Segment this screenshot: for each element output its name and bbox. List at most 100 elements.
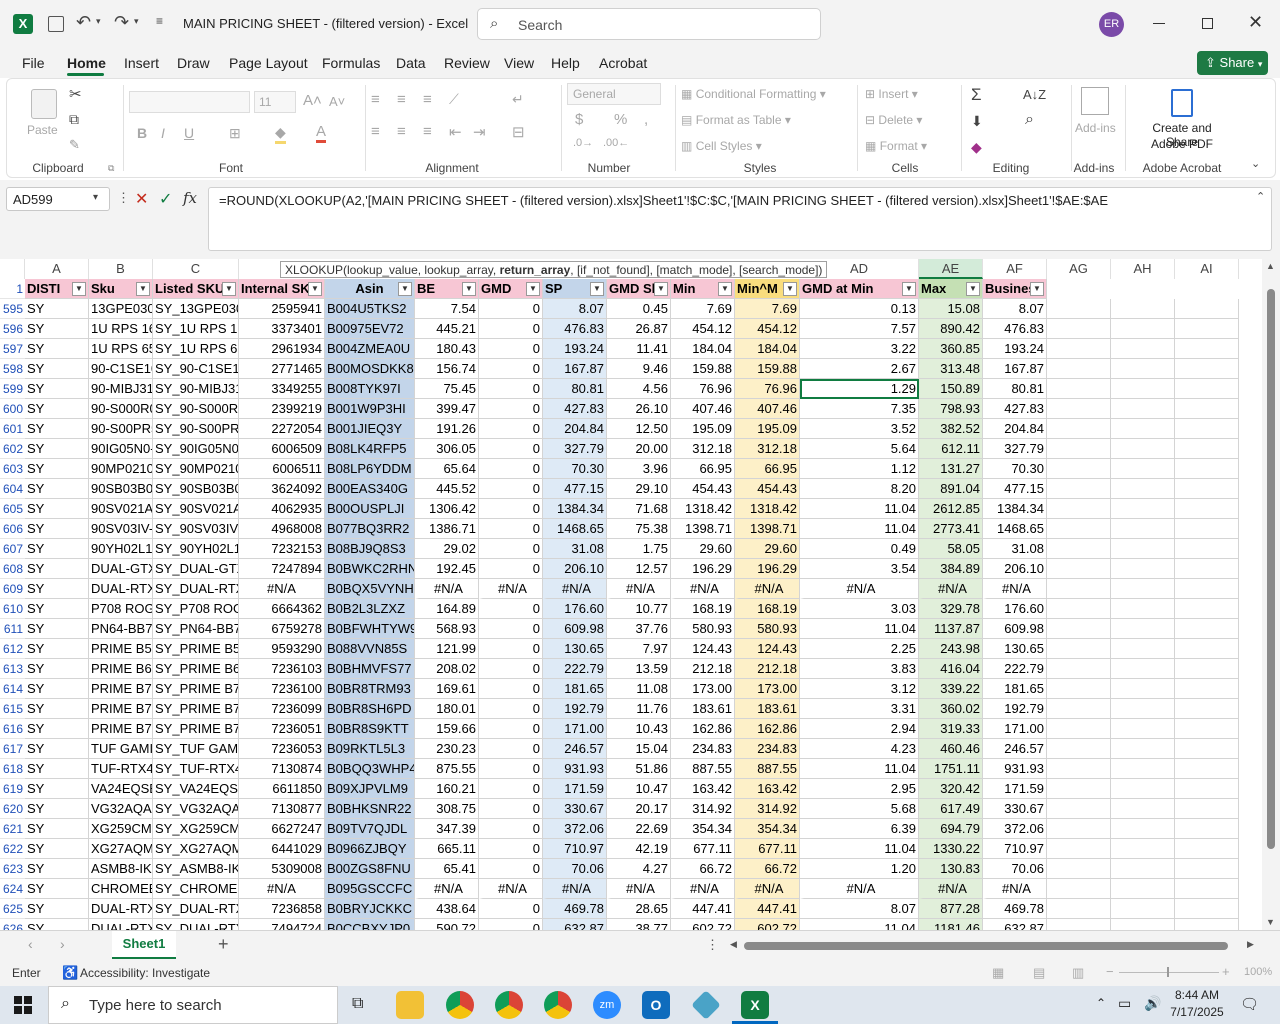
cell-sku[interactable]: XG259CM [89,819,153,839]
cell-empty[interactable] [1175,519,1239,539]
col-header-ag[interactable]: AG [1047,259,1111,279]
zoom-slider-thumb[interactable] [1167,967,1169,977]
menu-draw[interactable]: Draw [177,55,210,71]
cell-internal-sku[interactable]: 2272054 [239,419,325,439]
add-sheet-icon[interactable]: + [218,934,229,955]
cell-internal-sku[interactable]: 7130874 [239,759,325,779]
cell-internal-sku[interactable]: 7236858 [239,899,325,919]
cell-sp[interactable]: 80.81 [543,379,607,399]
row-number[interactable]: 617 [0,739,25,759]
cell-disti[interactable]: SY [25,339,89,359]
cell-internal-sku[interactable]: 6664362 [239,599,325,619]
cell-gmd-at-min[interactable]: 8.20 [800,479,919,499]
cell-gmd[interactable]: 0 [479,839,543,859]
cell-gmd-at-min[interactable]: 2.25 [800,639,919,659]
font-color-icon[interactable]: A [316,123,327,143]
cell-internal-sku[interactable]: 2771465 [239,359,325,379]
cell-gmd-at-min[interactable]: 7.57 [800,319,919,339]
cell-empty[interactable] [1175,639,1239,659]
cell-asin[interactable]: B08LP6YDDM [325,459,415,479]
cell-sp[interactable]: #N/A [543,579,607,599]
row-number[interactable]: 624 [0,879,25,899]
cell-empty[interactable] [1175,299,1239,319]
cell-sp[interactable]: 246.57 [543,739,607,759]
cell-gmd-sl[interactable]: 4.56 [607,379,671,399]
cell-business[interactable]: 8.07 [983,299,1047,319]
cell-gmd-at-min[interactable]: #N/A [800,579,919,599]
cell-max[interactable]: 617.49 [919,799,983,819]
cell-min[interactable]: 173.00 [671,679,735,699]
cell-max[interactable]: 15.08 [919,299,983,319]
cell-empty[interactable] [1175,399,1239,419]
cell-min[interactable]: 677.11 [671,839,735,859]
autosum-icon[interactable]: Σ [971,85,982,105]
cell-asin[interactable]: B0BWKC2RHN [325,559,415,579]
cell-empty[interactable] [1175,559,1239,579]
cell-empty[interactable] [1111,319,1175,339]
cell-sp[interactable]: 330.67 [543,799,607,819]
cell-internal-sku[interactable]: 7130877 [239,799,325,819]
cell-sku[interactable]: 13GPE030 [89,299,153,319]
cell-be[interactable]: 438.64 [415,899,479,919]
cell-listed-sku[interactable]: SY_90MP0210 [153,459,239,479]
cell-asin[interactable]: B00EAS340G [325,479,415,499]
filter-dropdown-icon[interactable]: ▼ [1030,282,1044,296]
app-diamond-icon[interactable] [691,990,721,1020]
cell-min-m[interactable]: 195.09 [735,419,800,439]
cell-disti[interactable]: SY [25,699,89,719]
wrap-text-icon[interactable]: ↵ [512,91,524,108]
cell-min-m[interactable]: 454.12 [735,319,800,339]
cell-gmd[interactable]: 0 [479,819,543,839]
cell-internal-sku[interactable]: 7236051 [239,719,325,739]
cell-be[interactable]: 230.23 [415,739,479,759]
row-number[interactable]: 610 [0,599,25,619]
increase-font-icon[interactable]: A˄ [303,92,322,109]
cell-min-m[interactable]: 314.92 [735,799,800,819]
row-number[interactable]: 613 [0,659,25,679]
cell-empty[interactable] [1047,539,1111,559]
cell-disti[interactable]: SY [25,739,89,759]
cell-sp[interactable]: 427.83 [543,399,607,419]
cell-gmd[interactable]: 0 [479,639,543,659]
cell-business[interactable]: 427.83 [983,399,1047,419]
cell-be[interactable]: 568.93 [415,619,479,639]
cell-listed-sku[interactable]: SY_90-C1SE10 [153,359,239,379]
decrease-font-icon[interactable]: A˅ [329,94,345,109]
cell-max[interactable]: 416.04 [919,659,983,679]
row-number[interactable]: 619 [0,779,25,799]
header-cell-asin[interactable]: Asin ▼ [325,279,415,299]
cell-empty[interactable] [1175,899,1239,919]
cell-business[interactable]: 222.79 [983,659,1047,679]
cell-empty[interactable] [1175,919,1239,930]
cell-min[interactable]: 1318.42 [671,499,735,519]
cell-gmd[interactable]: 0 [479,439,543,459]
cell-gmd[interactable]: 0 [479,379,543,399]
cell-listed-sku[interactable]: SY_13GPE030 [153,299,239,319]
scroll-left-icon[interactable]: ◀ [730,939,737,950]
cell-listed-sku[interactable]: SY_90SV03IV- [153,519,239,539]
cell-disti[interactable]: SY [25,799,89,819]
cell-min[interactable]: 1398.71 [671,519,735,539]
cell-empty[interactable] [1111,619,1175,639]
cell-empty[interactable] [1047,439,1111,459]
chrome-profile-2-icon[interactable] [544,991,572,1019]
cell-gmd[interactable]: 0 [479,599,543,619]
cell-gmd-sl[interactable]: 29.10 [607,479,671,499]
cell-gmd-sl[interactable]: 11.76 [607,699,671,719]
cell-empty[interactable] [1047,299,1111,319]
delete-cells-button[interactable]: ⊟ Delete ▾ [865,113,922,127]
cell-asin[interactable]: B004U5TKS2 [325,299,415,319]
spreadsheet-grid[interactable]: 1 DISTI ▼ Sku ▼ Listed SKU ▼ Internal SK ▼ Asin ▼ B… [0,279,1262,930]
cell-be[interactable]: 7.54 [415,299,479,319]
cell-gmd-at-min[interactable]: #N/A [800,879,919,899]
customize-qat-icon[interactable]: ≡ [156,14,163,28]
col-header-b[interactable]: B [89,259,153,279]
row-number[interactable]: 596 [0,319,25,339]
vertical-scrollbar[interactable]: ▲ ▼ [1262,259,1280,930]
cell-empty[interactable] [1175,879,1239,899]
cell-min-m[interactable]: 66.95 [735,459,800,479]
align-center-icon[interactable]: ≡ [397,123,406,140]
cell-sku[interactable]: PRIME B55 [89,639,153,659]
cell-empty[interactable] [1175,419,1239,439]
cell-disti[interactable]: SY [25,879,89,899]
